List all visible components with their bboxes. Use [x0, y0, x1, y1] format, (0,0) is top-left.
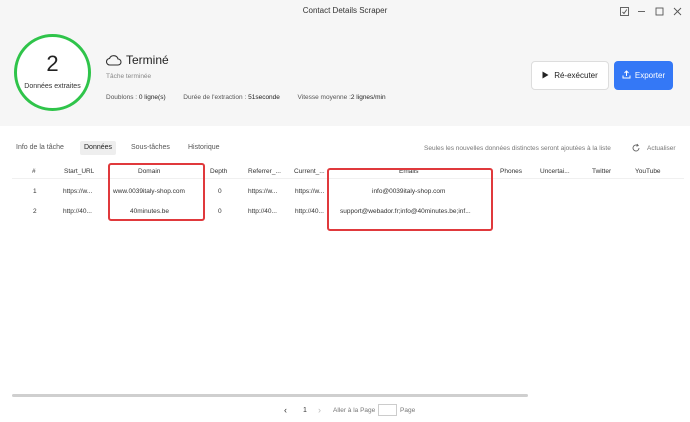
column-header-start-url[interactable]: Start_URL — [64, 168, 94, 175]
column-header-referrer[interactable]: Referrer_... — [248, 168, 281, 175]
window-title: Contact Details Scraper — [302, 6, 388, 15]
column-header-depth[interactable]: Depth — [210, 168, 227, 175]
duration-value: 51seconde — [248, 94, 280, 101]
tab-task-info[interactable]: Info de la tâche — [16, 141, 64, 155]
extracted-count: 2 — [46, 51, 59, 76]
cell-depth: 0 — [218, 208, 222, 215]
cell-index: 2 — [33, 208, 37, 215]
next-page-button[interactable]: › — [318, 405, 321, 415]
column-header-uncertain[interactable]: Uncertai... — [540, 168, 570, 175]
play-icon — [542, 71, 549, 81]
prev-page-button[interactable]: ‹ — [284, 405, 287, 415]
cell-depth: 0 — [218, 188, 222, 195]
pin-icon[interactable] — [618, 5, 630, 17]
rerun-button[interactable]: Ré-exécuter — [531, 61, 609, 90]
extracted-count-label: Données extraites — [24, 83, 81, 90]
cloud-icon — [105, 54, 122, 66]
goto-page-input[interactable] — [378, 404, 397, 416]
column-header-current[interactable]: Current_... — [294, 168, 325, 175]
tab-history[interactable]: Historique — [188, 141, 220, 155]
goto-page-label: Aller à la Page — [333, 407, 376, 414]
maximize-icon[interactable] — [653, 5, 665, 17]
task-summary: 2 Données extraites Terminé Tâche termin… — [0, 22, 690, 126]
refresh-button[interactable]: Actualiser — [647, 145, 676, 152]
cell-current: http://40... — [295, 208, 324, 215]
emails-highlight-box — [327, 168, 493, 231]
domain-highlight-box — [108, 163, 205, 221]
tab-data[interactable]: Données — [80, 141, 117, 155]
column-header-twitter[interactable]: Twitter — [592, 168, 611, 175]
column-header-youtube[interactable]: YouTube — [635, 168, 661, 175]
column-header-index[interactable]: # — [32, 168, 36, 175]
minimize-icon[interactable] — [635, 5, 647, 17]
speed-label: Vitesse moyenne : — [297, 94, 351, 101]
cell-referrer: https://w... — [248, 188, 278, 195]
speed-value: 2 lignes/min — [350, 94, 386, 101]
close-icon[interactable] — [671, 5, 683, 17]
cell-start-url: https://w... — [63, 188, 93, 195]
pagination: ‹ 1 › Aller à la Page Page — [0, 403, 690, 419]
duration-label: Durée de l'extraction : — [183, 94, 249, 101]
refresh-icon[interactable] — [631, 143, 641, 153]
column-header-phones[interactable]: Phones — [500, 168, 522, 175]
extracted-count-ring: 2 Données extraites — [14, 34, 91, 111]
task-substatus: Tâche terminée — [106, 73, 152, 80]
export-button[interactable]: Exporter — [614, 61, 673, 90]
cell-referrer: http://40... — [248, 208, 277, 215]
duplicates-value: 0 ligne(s) — [138, 94, 166, 101]
current-page[interactable]: 1 — [303, 407, 307, 414]
horizontal-scrollbar[interactable] — [12, 394, 528, 397]
rerun-label: Ré-exécuter — [554, 71, 598, 80]
tab-subtasks[interactable]: Sous-tâches — [131, 141, 170, 155]
page-suffix-label: Page — [400, 407, 416, 414]
export-icon — [622, 70, 631, 81]
duplicates-label: Doublons : — [106, 94, 139, 101]
task-stats: Doublons : 0 ligne(s) Durée de l'extract… — [106, 94, 386, 101]
cell-start-url: http://40... — [63, 208, 92, 215]
title-bar: Contact Details Scraper — [0, 0, 690, 22]
cell-current: https://w... — [295, 188, 325, 195]
info-text: Seules les nouvelles données distinctes … — [424, 145, 611, 152]
cell-index: 1 — [33, 188, 37, 195]
task-status: Terminé — [126, 53, 169, 67]
export-label: Exporter — [634, 71, 666, 80]
